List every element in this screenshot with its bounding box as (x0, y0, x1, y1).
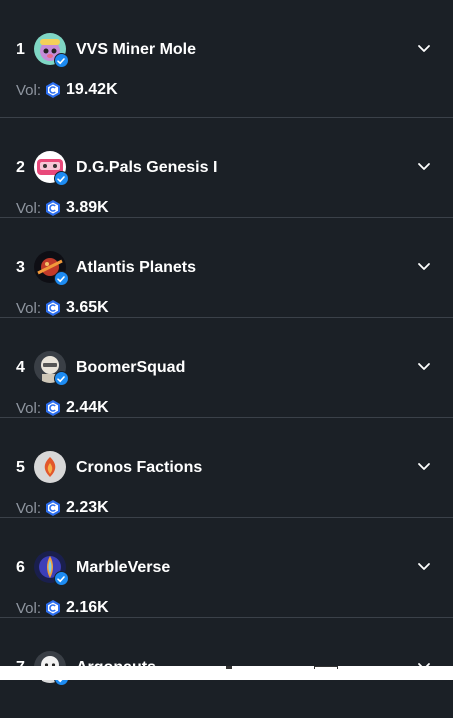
chevron-down-icon[interactable] (416, 361, 432, 373)
collection-avatar[interactable] (34, 151, 69, 186)
volume-line: Vol: 2.16K (16, 598, 109, 618)
volume-value: 19.42K (66, 81, 118, 98)
collection-row[interactable]: 5 Cronos Factions Vol: 2.23K (0, 418, 453, 518)
volume-line: Vol: 2.23K (16, 498, 109, 518)
chevron-down-icon[interactable] (416, 261, 432, 273)
verified-check-icon (54, 271, 69, 286)
volume-value: 3.65K (66, 299, 109, 316)
volume-value: 2.44K (66, 399, 109, 416)
collection-avatar[interactable] (34, 551, 69, 586)
chevron-down-icon[interactable] (416, 161, 432, 173)
chevron-down-icon[interactable] (416, 43, 432, 55)
verified-check-icon (54, 371, 69, 386)
collection-name[interactable]: VVS Miner Mole (76, 41, 196, 59)
volume-label: Vol: (16, 199, 42, 217)
verified-check-icon (54, 571, 69, 586)
collection-avatar[interactable] (34, 451, 66, 483)
rank-number: 6 (16, 559, 25, 576)
collection-row[interactable]: 2 D.G.Pals Genesis I Vol: 3.89K (0, 118, 453, 218)
collection-name[interactable]: D.G.Pals Genesis I (76, 159, 217, 177)
cronos-coin-icon (46, 200, 61, 216)
rank-number: 2 (16, 159, 25, 176)
volume-value: 2.16K (66, 599, 109, 616)
collection-row[interactable]: 6 MarbleVerse Vol: 2.16K (0, 518, 453, 618)
collection-row[interactable]: 3 Atlantis Planets Vol: 3.65K (0, 218, 453, 318)
volume-label: Vol: (16, 499, 42, 517)
cronos-coin-icon (46, 400, 61, 416)
collection-name[interactable]: BoomerSquad (76, 359, 185, 377)
cronos-coin-icon (46, 500, 61, 516)
chevron-down-icon[interactable] (416, 561, 432, 573)
verified-check-icon (54, 171, 69, 186)
collection-name[interactable]: Atlantis Planets (76, 259, 196, 277)
rank-number: 3 (16, 259, 25, 276)
rank-number: 4 (16, 359, 25, 376)
cronos-coin-icon (46, 82, 61, 98)
volume-line: Vol: 19.42K (16, 80, 118, 100)
collections-ranking-list: 1 VVS Miner Mole Vol: 19.42K 2 D.G.Pals … (0, 0, 453, 718)
collection-avatar[interactable] (34, 33, 69, 68)
collection-name[interactable]: MarbleVerse (76, 559, 170, 577)
volume-line: Vol: 3.65K (16, 298, 109, 318)
volume-label: Vol: (16, 299, 42, 317)
chevron-down-icon[interactable] (416, 461, 432, 473)
toolbar-icon-fragment (314, 666, 338, 669)
rank-number: 5 (16, 459, 25, 476)
bottom-toolbar-edge (0, 666, 453, 680)
volume-line: Vol: 2.44K (16, 398, 109, 418)
volume-label: Vol: (16, 399, 42, 417)
rank-number: 1 (16, 41, 25, 58)
collection-avatar[interactable] (34, 351, 69, 386)
collection-row[interactable]: 1 VVS Miner Mole Vol: 19.42K (0, 0, 453, 118)
volume-value: 2.23K (66, 499, 109, 516)
volume-label: Vol: (16, 599, 42, 617)
volume-line: Vol: 3.89K (16, 198, 109, 218)
toolbar-icon-fragment (226, 666, 232, 669)
cronos-coin-icon (46, 600, 61, 616)
volume-value: 3.89K (66, 199, 109, 216)
collection-row[interactable]: 4 BoomerSquad Vol: 2.44K (0, 318, 453, 418)
collection-avatar[interactable] (34, 251, 69, 286)
volume-label: Vol: (16, 81, 42, 99)
verified-check-icon (54, 53, 69, 68)
collection-name[interactable]: Cronos Factions (76, 459, 202, 477)
cronos-coin-icon (46, 300, 61, 316)
